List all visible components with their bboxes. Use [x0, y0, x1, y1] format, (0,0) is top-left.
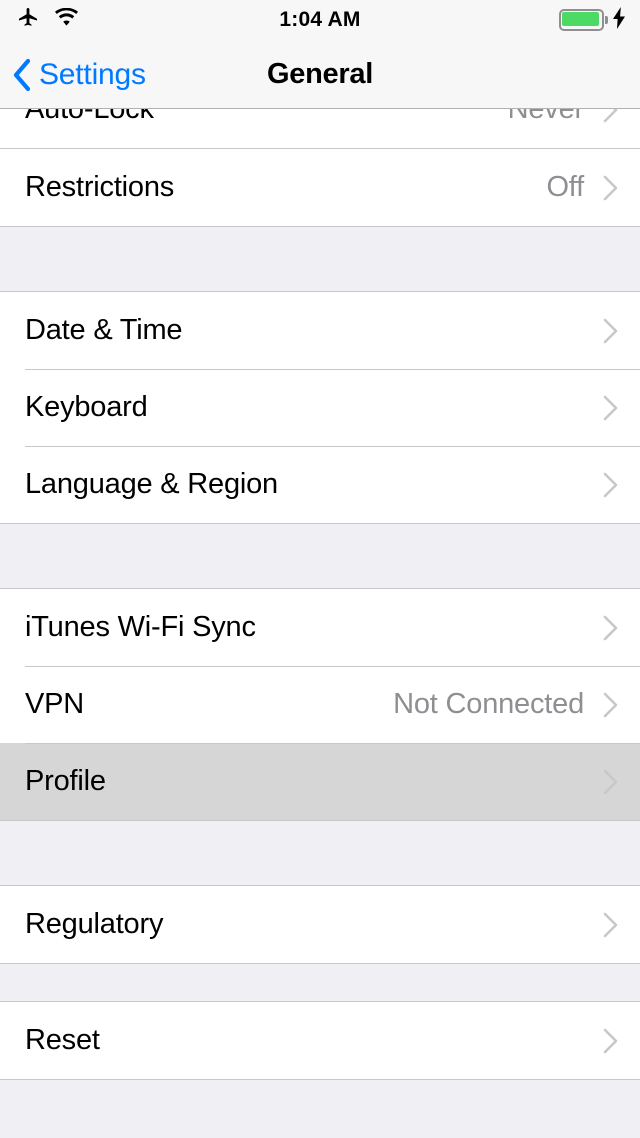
charging-bolt-icon	[613, 7, 626, 34]
row-title: Date & Time	[25, 314, 602, 347]
chevron-right-icon	[602, 395, 618, 421]
section-reset: Reset	[0, 1001, 640, 1080]
row-date-time[interactable]: Date & Time	[0, 292, 640, 369]
section-lock: RestrictionsOff	[0, 149, 640, 227]
row-title: Auto-Lock	[25, 109, 508, 126]
row-auto-lock[interactable]: Auto-LockNever	[0, 109, 640, 148]
chevron-right-icon	[602, 175, 618, 201]
battery-full-icon	[559, 9, 608, 31]
section-gap	[0, 821, 640, 885]
row-title: Reset	[25, 1024, 602, 1057]
row-title: Language & Region	[25, 468, 602, 501]
row-profile[interactable]: Profile	[0, 743, 640, 820]
row-title: Profile	[25, 765, 602, 798]
status-bar-center: 1:04 AM	[0, 0, 640, 40]
chevron-right-icon	[602, 318, 618, 344]
section-gap	[0, 227, 640, 291]
row-title: iTunes Wi-Fi Sync	[25, 611, 602, 644]
section-network: iTunes Wi-Fi Sync VPNNot Connected Profile	[0, 588, 640, 821]
row-restrictions[interactable]: RestrictionsOff	[0, 149, 640, 226]
section-gap	[0, 964, 640, 1001]
row-title: Restrictions	[25, 171, 546, 204]
chevron-right-icon	[602, 769, 618, 795]
row-reset[interactable]: Reset	[0, 1002, 640, 1079]
chevron-right-icon	[602, 472, 618, 498]
row-keyboard[interactable]: Keyboard	[0, 369, 640, 446]
row-regulatory[interactable]: Regulatory	[0, 886, 640, 963]
section-regulatory: Regulatory	[0, 885, 640, 964]
section-locale: Date & Time Keyboard Language & Region	[0, 291, 640, 524]
row-vpn[interactable]: VPNNot Connected	[0, 666, 640, 743]
row-value: Off	[546, 171, 584, 204]
section-gap	[0, 524, 640, 588]
clipped-row-row-auto-lock[interactable]: Auto-LockNever	[0, 109, 640, 149]
page-title: General	[0, 40, 640, 109]
navigation-bar: Settings General	[0, 40, 640, 109]
status-bar-clock: 1:04 AM	[279, 8, 360, 32]
row-title: VPN	[25, 688, 393, 721]
chevron-right-icon	[602, 615, 618, 641]
status-bar: 1:04 AM	[0, 0, 640, 40]
row-itunes-wifi-sync[interactable]: iTunes Wi-Fi Sync	[0, 589, 640, 666]
row-value: Not Connected	[393, 688, 584, 721]
chevron-right-icon	[602, 109, 618, 123]
chevron-right-icon	[602, 1028, 618, 1054]
chevron-right-icon	[602, 912, 618, 938]
settings-general-screen: 1:04 AM Settings General Auto-LockNeverR…	[0, 0, 640, 1138]
row-title: Regulatory	[25, 908, 602, 941]
chevron-right-icon	[602, 692, 618, 718]
row-language-region[interactable]: Language & Region	[0, 446, 640, 523]
row-value: Never	[508, 109, 584, 126]
settings-table: Auto-LockNeverRestrictionsOffDate & Time…	[0, 109, 640, 1080]
row-title: Keyboard	[25, 391, 602, 424]
status-bar-right	[559, 0, 626, 40]
